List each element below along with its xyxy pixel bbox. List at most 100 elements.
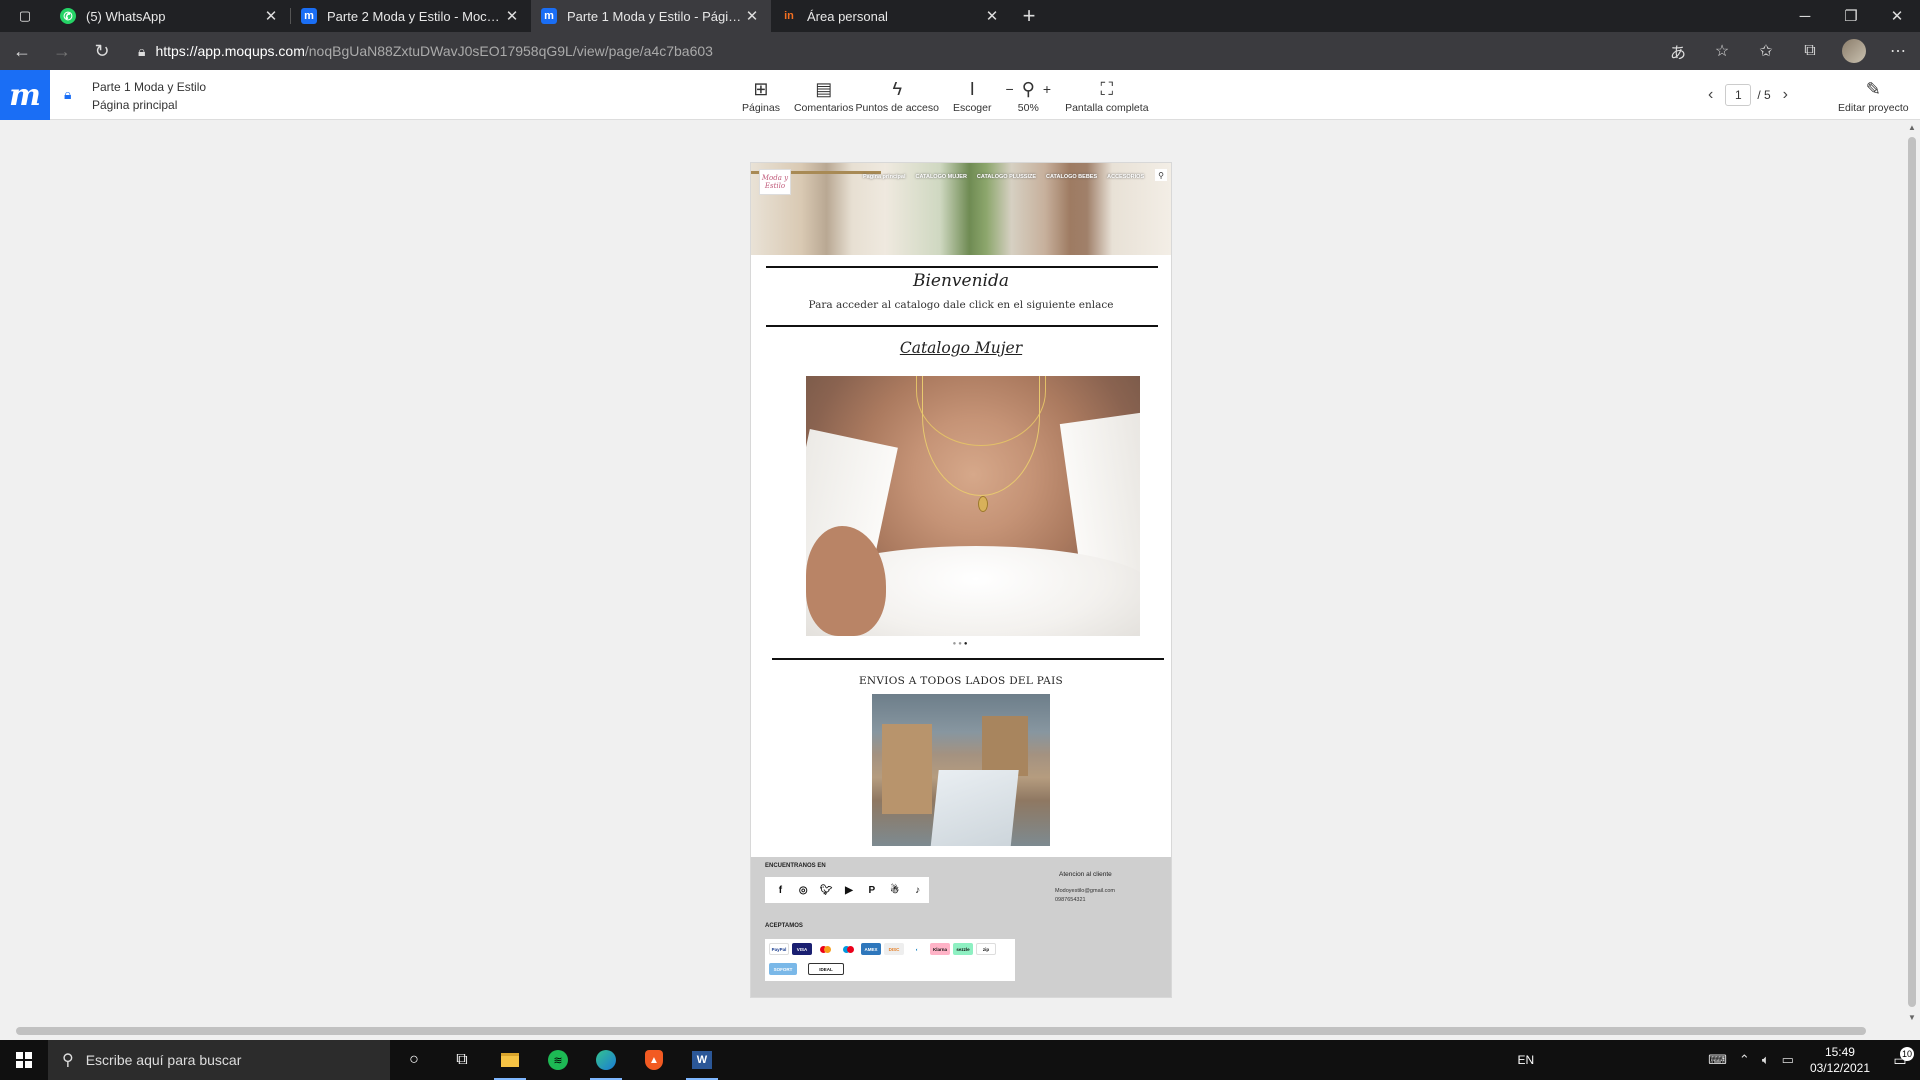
fullscreen-icon: ⛶ [1100, 78, 1114, 99]
profile-avatar[interactable] [1832, 39, 1876, 63]
catalog-link[interactable]: Catalogo Mujer [751, 339, 1171, 357]
prev-page-button[interactable]: ‹ [1702, 86, 1719, 104]
tab-title: Área personal [807, 8, 888, 24]
diners-icon: ◐ [907, 943, 927, 955]
facebook-icon[interactable]: f [769, 885, 792, 896]
next-page-button[interactable]: › [1777, 86, 1794, 104]
close-tab-icon[interactable]: ✕ [503, 7, 521, 25]
select-button[interactable]: I Escoger [953, 76, 992, 115]
nav-item-home[interactable]: Pagina principal [863, 174, 905, 180]
project-info: Parte 1 Moda y Estilo Página principal [92, 78, 206, 114]
carousel-image[interactable] [806, 376, 1140, 636]
contact-email[interactable]: Modoyestilo@gmail.com [1055, 887, 1115, 896]
windows-start-button[interactable] [0, 1052, 48, 1068]
collections-icon[interactable]: ⧉ [1788, 42, 1832, 60]
lock-icon: 🔒︎ [138, 42, 146, 59]
scroll-thumb[interactable] [1908, 137, 1916, 1007]
youtube-icon[interactable]: ▶ [838, 885, 861, 896]
zoom-in-button[interactable]: + [1043, 81, 1051, 97]
search-icon[interactable]: ⚲ [1155, 169, 1167, 181]
whatsapp-icon: ✆ [60, 8, 76, 24]
minimize-button[interactable]: ─ [1782, 0, 1828, 32]
twitter-icon[interactable]: 🐦︎ [815, 885, 838, 896]
close-window-button[interactable]: ✕ [1874, 0, 1920, 32]
word-icon[interactable]: W [678, 1040, 726, 1080]
spotify-icon[interactable]: ≋ [534, 1040, 582, 1080]
zoom-out-button[interactable]: − [1006, 81, 1014, 97]
site-logo[interactable]: Moda y Estilo [759, 169, 791, 195]
forward-button[interactable]: → [44, 35, 80, 67]
nav-item-accessories[interactable]: ACCESORIOS [1107, 174, 1144, 180]
keyboard-icon[interactable]: ⌨ [1702, 1052, 1733, 1068]
translate-icon[interactable]: あ [1656, 39, 1700, 63]
welcome-subtitle: Para acceder al catalogo dale click en e… [808, 299, 1114, 311]
pages-button[interactable]: ⊞ Páginas [742, 76, 780, 115]
edit-project-label: Editar proyecto [1838, 102, 1909, 114]
url-field[interactable]: 🔒︎ https://app.moqups.com/noqBgUaN88Zxtu… [130, 36, 1646, 66]
page-number-input[interactable]: 1 [1725, 84, 1752, 106]
fullscreen-button[interactable]: ⛶ Pantalla completa [1065, 76, 1148, 115]
mastercard-icon [815, 943, 835, 955]
network-icon[interactable]: ▭ [1776, 1052, 1800, 1068]
carousel-dots[interactable]: ●●● [751, 641, 1171, 647]
edge-icon[interactable] [582, 1040, 630, 1080]
tab-whatsapp[interactable]: ✆ (5) WhatsApp ✕ [50, 0, 290, 32]
nav-item-women[interactable]: CATALOGO MUJER [915, 174, 966, 180]
close-tab-icon[interactable]: ✕ [262, 7, 280, 25]
zip-icon: zip [976, 943, 996, 955]
new-tab-button[interactable]: + [1011, 0, 1047, 32]
page-pager: ‹ 1 / 5 › [1702, 84, 1794, 106]
we-accept-heading: ACEPTAMOS [765, 923, 803, 929]
nav-item-plussize[interactable]: CATALOGO PLUSSIZE [977, 174, 1036, 180]
tiktok-icon[interactable]: ♪ [906, 885, 929, 896]
close-tab-icon[interactable]: ✕ [983, 7, 1001, 25]
moqups-toolbar: m 🔒︎ Parte 1 Moda y Estilo Página princi… [0, 70, 1920, 120]
favorites-icon[interactable]: ✩ [1744, 41, 1788, 61]
cortana-icon[interactable]: ○ [390, 1040, 438, 1080]
tab-area-personal[interactable]: in Área personal ✕ [771, 0, 1011, 32]
pages-label: Páginas [742, 102, 780, 114]
pinterest-icon[interactable]: P [860, 885, 883, 896]
restore-button[interactable]: ❐ [1828, 0, 1874, 32]
more-icon[interactable]: ⋯ [1876, 41, 1920, 61]
brave-icon[interactable]: ▲ [630, 1040, 678, 1080]
file-explorer-icon[interactable] [486, 1040, 534, 1080]
volume-icon[interactable]: 🔈︎ [1756, 1052, 1776, 1068]
hotspots-button[interactable]: ϟ Puntos de acceso [855, 76, 938, 115]
clock-date: 03/12/2021 [1809, 1061, 1870, 1075]
vertical-scrollbar[interactable]: ▲ ▼ [1904, 121, 1920, 1024]
reload-button[interactable]: ↻ [84, 35, 120, 67]
scroll-thumb[interactable] [16, 1027, 1866, 1035]
tab-parte2[interactable]: m Parte 2 Moda y Estilo - Mochilas ✕ [291, 0, 531, 32]
search-placeholder: Escribe aquí para buscar [85, 1052, 242, 1068]
discover-icon: DISC [884, 943, 904, 955]
language-indicator[interactable]: EN [1517, 1053, 1534, 1067]
close-tab-icon[interactable]: ✕ [743, 7, 761, 25]
social-icons: f ◎ 🐦︎ ▶ P ☃ ♪ [765, 877, 929, 903]
clock[interactable]: 15:49 03/12/2021 [1800, 1044, 1880, 1076]
site-footer: ENCUENTRANOS EN f ◎ 🐦︎ ▶ P ☃ ♪ ACEPTAMOS… [751, 857, 1171, 997]
view-tools: ⊞ Páginas ▤ Comentarios ϟ Puntos de acce… [742, 76, 1163, 115]
taskbar-search[interactable]: ⚲ Escribe aquí para buscar [48, 1040, 390, 1080]
moqups-logo[interactable]: m [0, 70, 50, 120]
divider [772, 658, 1164, 660]
scroll-down-icon[interactable]: ▼ [1908, 1013, 1916, 1022]
back-button[interactable]: ← [4, 35, 40, 67]
url-host: https://app.moqups.com [155, 43, 305, 59]
scroll-up-icon[interactable]: ▲ [1908, 123, 1916, 132]
chevron-up-icon[interactable]: ⌃ [1733, 1052, 1756, 1068]
magnifier-icon[interactable]: ⚲ [1022, 79, 1035, 100]
add-favorite-icon[interactable]: ☆ [1700, 41, 1744, 61]
tab-parte1[interactable]: m Parte 1 Moda y Estilo - Página princip… [531, 0, 771, 32]
divider [766, 325, 1158, 327]
nav-item-babies[interactable]: CATALOGO BEBES [1046, 174, 1097, 180]
snapchat-icon[interactable]: ☃ [883, 885, 906, 896]
tab-actions-icon[interactable]: ▢ [0, 0, 50, 32]
task-view-icon[interactable]: ⧉ [438, 1040, 486, 1080]
comments-button[interactable]: ▤ Comentarios [794, 76, 854, 115]
notification-center-icon[interactable]: ▭ 10 [1880, 1046, 1920, 1069]
horizontal-scrollbar[interactable] [0, 1024, 1904, 1038]
lock-icon: 🔒︎ [64, 86, 72, 102]
instagram-icon[interactable]: ◎ [792, 885, 815, 896]
edit-project-button[interactable]: ✎ Editar proyecto [1838, 76, 1909, 115]
